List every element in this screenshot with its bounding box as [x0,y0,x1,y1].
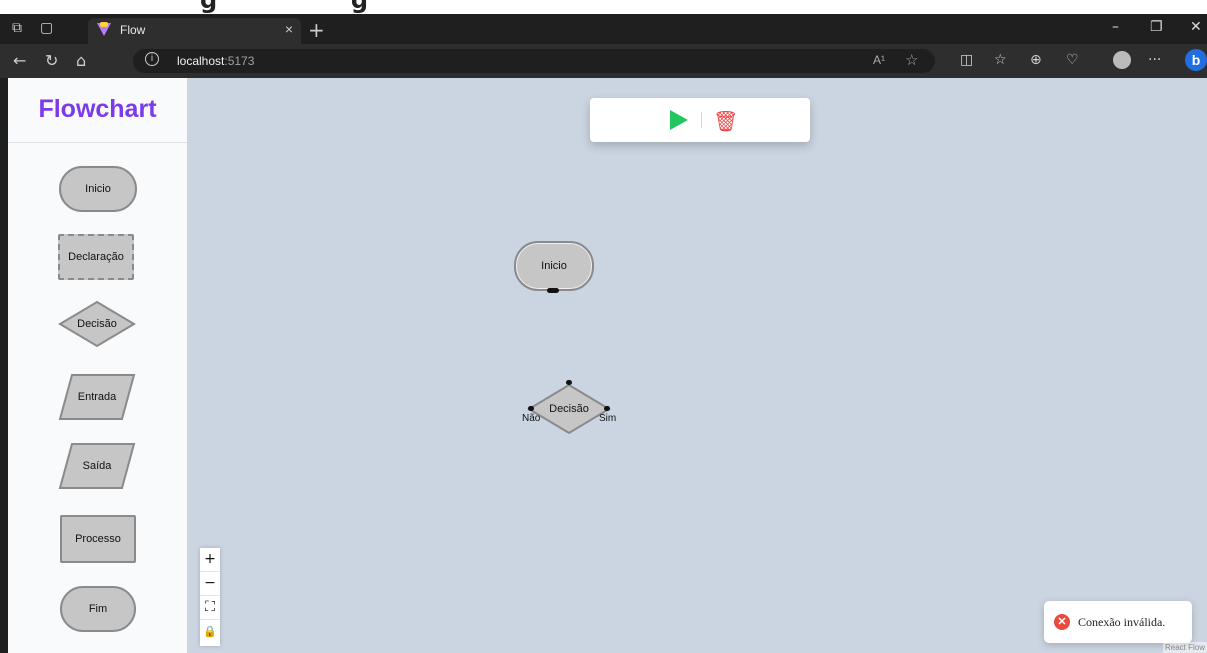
palette-start-node[interactable]: Inicio [59,166,137,212]
tab-actions-icon[interactable]: ▢ [40,20,53,36]
error-toast[interactable]: ✕ Conexão inválida. [1044,601,1192,643]
react-flow-attribution[interactable]: React Flow [1162,642,1207,653]
browser-essentials-icon[interactable]: ♡ [1066,52,1079,68]
favorites-icon[interactable]: ☆ [994,52,1007,68]
shape-palette-sidebar: Flowchart Inicio Declaração Decisão Entr… [8,78,187,653]
url-text: localhost:5173 [177,54,255,68]
collections-icon[interactable]: ⊕ [1030,52,1042,68]
zoom-out-button[interactable]: − [200,572,220,596]
url-field[interactable]: i localhost:5173 A¹ ☆ [133,49,935,73]
favorite-star-icon[interactable]: ☆ [905,51,918,69]
minimize-icon[interactable]: – [1112,19,1119,35]
decision-node[interactable]: Decisão Não Sim [522,380,616,435]
browser-tab-bar: ⧉ ▢ Flow × + – ❐ ✕ [0,14,1207,44]
flow-canvas[interactable]: 🗑 Inicio Decisão Não Sim + − ⛶ 🔒 ✕ Conex… [187,78,1207,653]
yes-branch-label: Sim [599,413,617,424]
play-icon[interactable] [670,110,688,130]
palette-end-node[interactable]: Fim [60,586,136,632]
app-content: Flowchart Inicio Declaração Decisão Entr… [0,78,1207,653]
flow-toolbar: 🗑 [590,98,810,142]
decision-target-handle[interactable] [566,380,572,385]
close-window-icon[interactable]: ✕ [1190,19,1202,35]
toast-message: Conexão inválida. [1078,615,1166,629]
start-node[interactable]: Inicio [514,241,594,293]
lock-button[interactable]: 🔒 [200,620,220,643]
back-icon[interactable]: ← [13,51,26,70]
read-aloud-icon[interactable]: A¹ [873,53,885,67]
trash-icon[interactable]: 🗑 [713,109,738,133]
refresh-icon[interactable]: ↻ [45,51,58,70]
error-icon: ✕ [1054,614,1070,630]
split-screen-icon[interactable]: ◫ [960,52,973,68]
palette-input-node[interactable]: Entrada [58,373,136,421]
tab-title: Flow [120,23,146,37]
cropped-heading-strip: g g [0,0,1207,14]
close-tab-icon[interactable]: × [285,21,293,37]
no-branch-label: Não [522,413,541,424]
workspaces-icon[interactable]: ⧉ [12,20,22,36]
fit-view-button[interactable]: ⛶ [200,596,220,620]
palette-declaration-node[interactable]: Declaração [58,234,134,280]
zoom-in-button[interactable]: + [200,548,220,572]
zoom-controls: + − ⛶ 🔒 [200,548,220,646]
copilot-icon[interactable]: b [1185,49,1207,71]
more-options-icon[interactable]: ··· [1148,52,1161,68]
decision-no-handle[interactable] [528,406,534,411]
start-source-handle[interactable] [547,288,559,293]
palette-decision-node[interactable]: Decisão [58,300,136,348]
restore-icon[interactable]: ❐ [1150,19,1163,35]
palette-process-node[interactable]: Processo [60,515,136,563]
address-bar-row: ← ↻ ⌂ i localhost:5173 A¹ ☆ ◫ ☆ ⊕ ♡ ··· … [0,44,1207,78]
decision-yes-handle[interactable] [604,406,610,411]
new-tab-button[interactable]: + [308,18,325,42]
profile-avatar[interactable] [1113,51,1131,69]
browser-tab[interactable]: Flow × [88,18,301,44]
home-icon[interactable]: ⌂ [76,51,86,70]
app-title: Flowchart [8,78,187,143]
palette-output-node[interactable]: Saída [58,442,136,490]
site-info-icon[interactable]: i [145,52,159,66]
